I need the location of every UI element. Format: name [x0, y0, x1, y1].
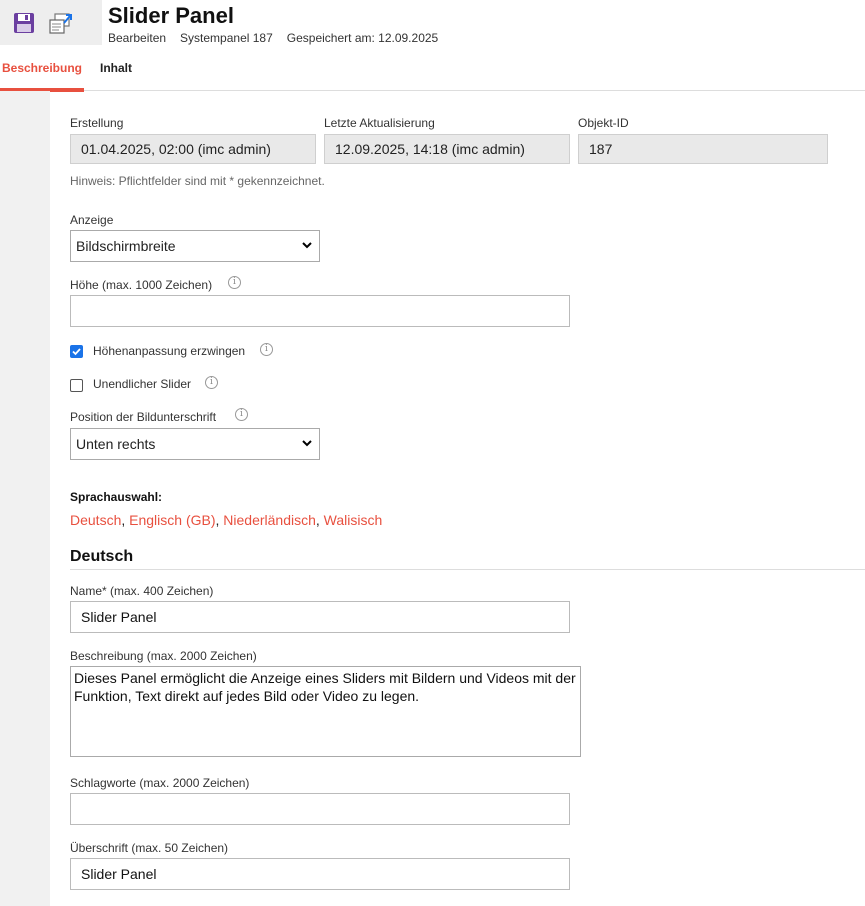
- toolbar: [0, 0, 102, 45]
- objekt-id-field: 187: [578, 134, 828, 164]
- schlagworte-label: Schlagworte (max. 2000 Zeichen): [70, 776, 250, 790]
- objekt-id-label: Objekt-ID: [578, 116, 629, 130]
- language-link-deutsch[interactable]: Deutsch: [70, 512, 121, 528]
- language-link-walisisch[interactable]: Walisisch: [324, 512, 383, 528]
- info-icon[interactable]: i: [260, 343, 273, 356]
- sprachauswahl-label: Sprachauswahl:: [70, 490, 163, 504]
- required-hint: Hinweis: Pflichtfelder sind mit * gekenn…: [70, 174, 325, 188]
- info-icon[interactable]: i: [235, 408, 248, 421]
- hoehe-input[interactable]: [70, 295, 570, 327]
- page-meta: Bearbeiten Systempanel 187 Gespeichert am:…: [108, 31, 452, 45]
- info-icon[interactable]: i: [228, 276, 241, 289]
- tab-beschreibung[interactable]: Beschreibung: [0, 54, 84, 92]
- language-list: Deutsch, Englisch (GB), Niederländisch, …: [70, 512, 383, 528]
- hoehenanpassung-checkbox[interactable]: [70, 345, 83, 358]
- position-label: Position der Bildunterschrift: [70, 410, 217, 424]
- export-icon[interactable]: [47, 9, 75, 37]
- language-link-englisch[interactable]: Englisch (GB): [129, 512, 215, 528]
- anzeige-select[interactable]: Bildschirmbreite: [70, 230, 320, 262]
- name-input[interactable]: Slider Panel: [70, 601, 570, 633]
- section-title: Deutsch: [70, 548, 134, 565]
- beschreibung-textarea[interactable]: Dieses Panel ermöglicht die Anzeige eine…: [70, 666, 581, 757]
- chevron-down-icon: [301, 231, 313, 272]
- chevron-down-icon: [301, 429, 313, 470]
- anzeige-value: Bildschirmbreite: [76, 238, 176, 254]
- hoehe-label: Höhe (max. 1000 Zeichen): [70, 278, 213, 292]
- aktualisierung-field: 12.09.2025, 14:18 (imc admin): [324, 134, 570, 164]
- schlagworte-input[interactable]: [70, 793, 570, 825]
- language-link-niederlaendisch[interactable]: Niederländisch: [223, 512, 316, 528]
- meta-saved: Gespeichert am: 12.09.2025: [286, 31, 439, 45]
- beschreibung-label: Beschreibung (max. 2000 Zeichen): [70, 649, 257, 663]
- meta-panel: Systempanel 187: [180, 31, 273, 45]
- meta-mode: Bearbeiten: [108, 31, 167, 45]
- left-sidebar: [0, 91, 50, 906]
- aktualisierung-label: Letzte Aktualisierung: [324, 116, 435, 130]
- tab-inhalt[interactable]: Inhalt: [100, 54, 132, 88]
- anzeige-label: Anzeige: [70, 213, 114, 227]
- tab-bar: Beschreibung Inhalt: [0, 54, 865, 92]
- position-value: Unten rechts: [76, 436, 156, 452]
- section-divider: [70, 569, 865, 570]
- ueberschrift-input[interactable]: Slider Panel: [70, 858, 570, 890]
- unendlicher-slider-label: Unendlicher Slider: [93, 377, 192, 391]
- unendlicher-slider-checkbox[interactable]: [70, 379, 83, 392]
- info-icon[interactable]: i: [205, 376, 218, 389]
- hoehenanpassung-label: Höhenanpassung erzwingen: [93, 344, 246, 358]
- page-title: Slider Panel: [108, 3, 234, 28]
- erstellung-label: Erstellung: [70, 116, 124, 130]
- ueberschrift-label: Überschrift (max. 50 Zeichen): [70, 841, 229, 855]
- erstellung-field: 01.04.2025, 02:00 (imc admin): [70, 134, 316, 164]
- position-select[interactable]: Unten rechts: [70, 428, 320, 460]
- save-icon[interactable]: [10, 9, 38, 37]
- name-label: Name* (max. 400 Zeichen): [70, 584, 214, 598]
